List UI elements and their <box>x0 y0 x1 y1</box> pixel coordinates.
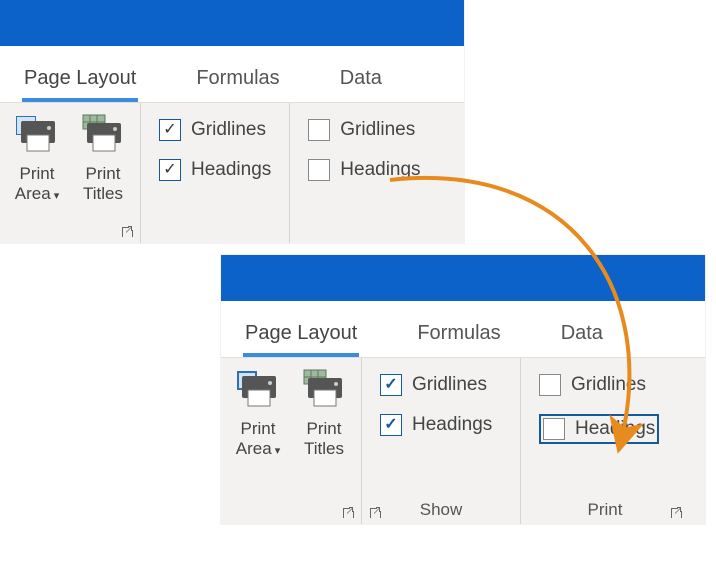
checkbox-unchecked-icon <box>308 119 330 141</box>
print-area-icon <box>15 113 59 162</box>
page-setup-launcher-icon[interactable] <box>120 225 134 239</box>
view-headings-checkbox[interactable]: Headings <box>380 414 502 436</box>
checkbox-checked-icon <box>159 119 181 141</box>
gridlines-label: Gridlines <box>571 374 646 396</box>
tab-formulas[interactable]: Formulas <box>415 312 502 357</box>
print-titles-label: PrintTitles <box>83 164 123 204</box>
group-page-setup: PrintArea ▾ PrintTitles <box>221 358 362 524</box>
tab-page-layout[interactable]: Page Layout <box>243 312 359 357</box>
group-page-setup: PrintArea ▾ PrintTitles <box>0 103 141 243</box>
show-launcher-icon[interactable] <box>368 506 382 520</box>
command-row: PrintArea ▾ PrintTitles Gridlines Headin… <box>221 357 705 524</box>
print-area-button[interactable]: PrintArea ▾ <box>225 364 291 461</box>
print-area-label: PrintArea ▾ <box>236 419 281 461</box>
tabs-row: Page Layout Formulas Data <box>0 46 464 102</box>
headings-label: Headings <box>191 159 271 181</box>
checkbox-unchecked-icon <box>539 374 561 396</box>
print-titles-button[interactable]: PrintTitles <box>291 364 357 461</box>
headings-label: Headings <box>575 418 655 440</box>
checkbox-unchecked-icon <box>543 418 565 440</box>
ribbon-before: Page Layout Formulas Data PrintArea ▾ <box>0 0 464 243</box>
group-print: Gridlines Headings Print <box>521 358 689 524</box>
checkbox-checked-icon <box>159 159 181 181</box>
print-titles-icon <box>81 113 125 162</box>
window-titlebar <box>0 0 464 46</box>
gridlines-label: Gridlines <box>191 119 266 141</box>
checkbox-checked-icon <box>380 414 402 436</box>
group-label-print: Print <box>525 500 685 522</box>
group-show: Gridlines Headings <box>141 103 290 243</box>
print-headings-checkbox[interactable]: Headings <box>539 414 671 444</box>
print-headings-checkbox[interactable]: Headings <box>308 159 420 181</box>
print-area-button[interactable]: PrintArea ▾ <box>4 109 70 206</box>
tab-data[interactable]: Data <box>338 57 384 102</box>
print-gridlines-checkbox[interactable]: Gridlines <box>539 374 671 396</box>
checkbox-checked-icon <box>380 374 402 396</box>
print-titles-icon <box>302 368 346 417</box>
tabs-row: Page Layout Formulas Data <box>221 301 705 357</box>
gridlines-label: Gridlines <box>412 374 487 396</box>
print-area-label: PrintArea ▾ <box>15 164 60 206</box>
command-row: PrintArea ▾ PrintTitles Gridlines Headin… <box>0 102 464 243</box>
highlighted-target: Headings <box>539 414 659 444</box>
ribbon-after: Page Layout Formulas Data PrintArea ▾ <box>221 255 705 524</box>
group-print: Gridlines Headings <box>290 103 438 243</box>
window-titlebar <box>221 255 705 301</box>
tab-data[interactable]: Data <box>559 312 605 357</box>
tab-page-layout[interactable]: Page Layout <box>22 57 138 102</box>
page-setup-launcher-icon[interactable] <box>341 506 355 520</box>
view-gridlines-checkbox[interactable]: Gridlines <box>380 374 502 396</box>
print-launcher-icon[interactable] <box>669 506 683 520</box>
tab-formulas[interactable]: Formulas <box>194 57 281 102</box>
print-gridlines-checkbox[interactable]: Gridlines <box>308 119 420 141</box>
headings-label: Headings <box>412 414 492 436</box>
checkbox-unchecked-icon <box>308 159 330 181</box>
view-gridlines-checkbox[interactable]: Gridlines <box>159 119 271 141</box>
group-label-show: Show <box>366 500 516 522</box>
gridlines-label: Gridlines <box>340 119 415 141</box>
print-titles-label: PrintTitles <box>304 419 344 459</box>
view-headings-checkbox[interactable]: Headings <box>159 159 271 181</box>
print-titles-button[interactable]: PrintTitles <box>70 109 136 206</box>
group-show: Gridlines Headings Show <box>362 358 521 524</box>
print-area-icon <box>236 368 280 417</box>
headings-label: Headings <box>340 159 420 181</box>
